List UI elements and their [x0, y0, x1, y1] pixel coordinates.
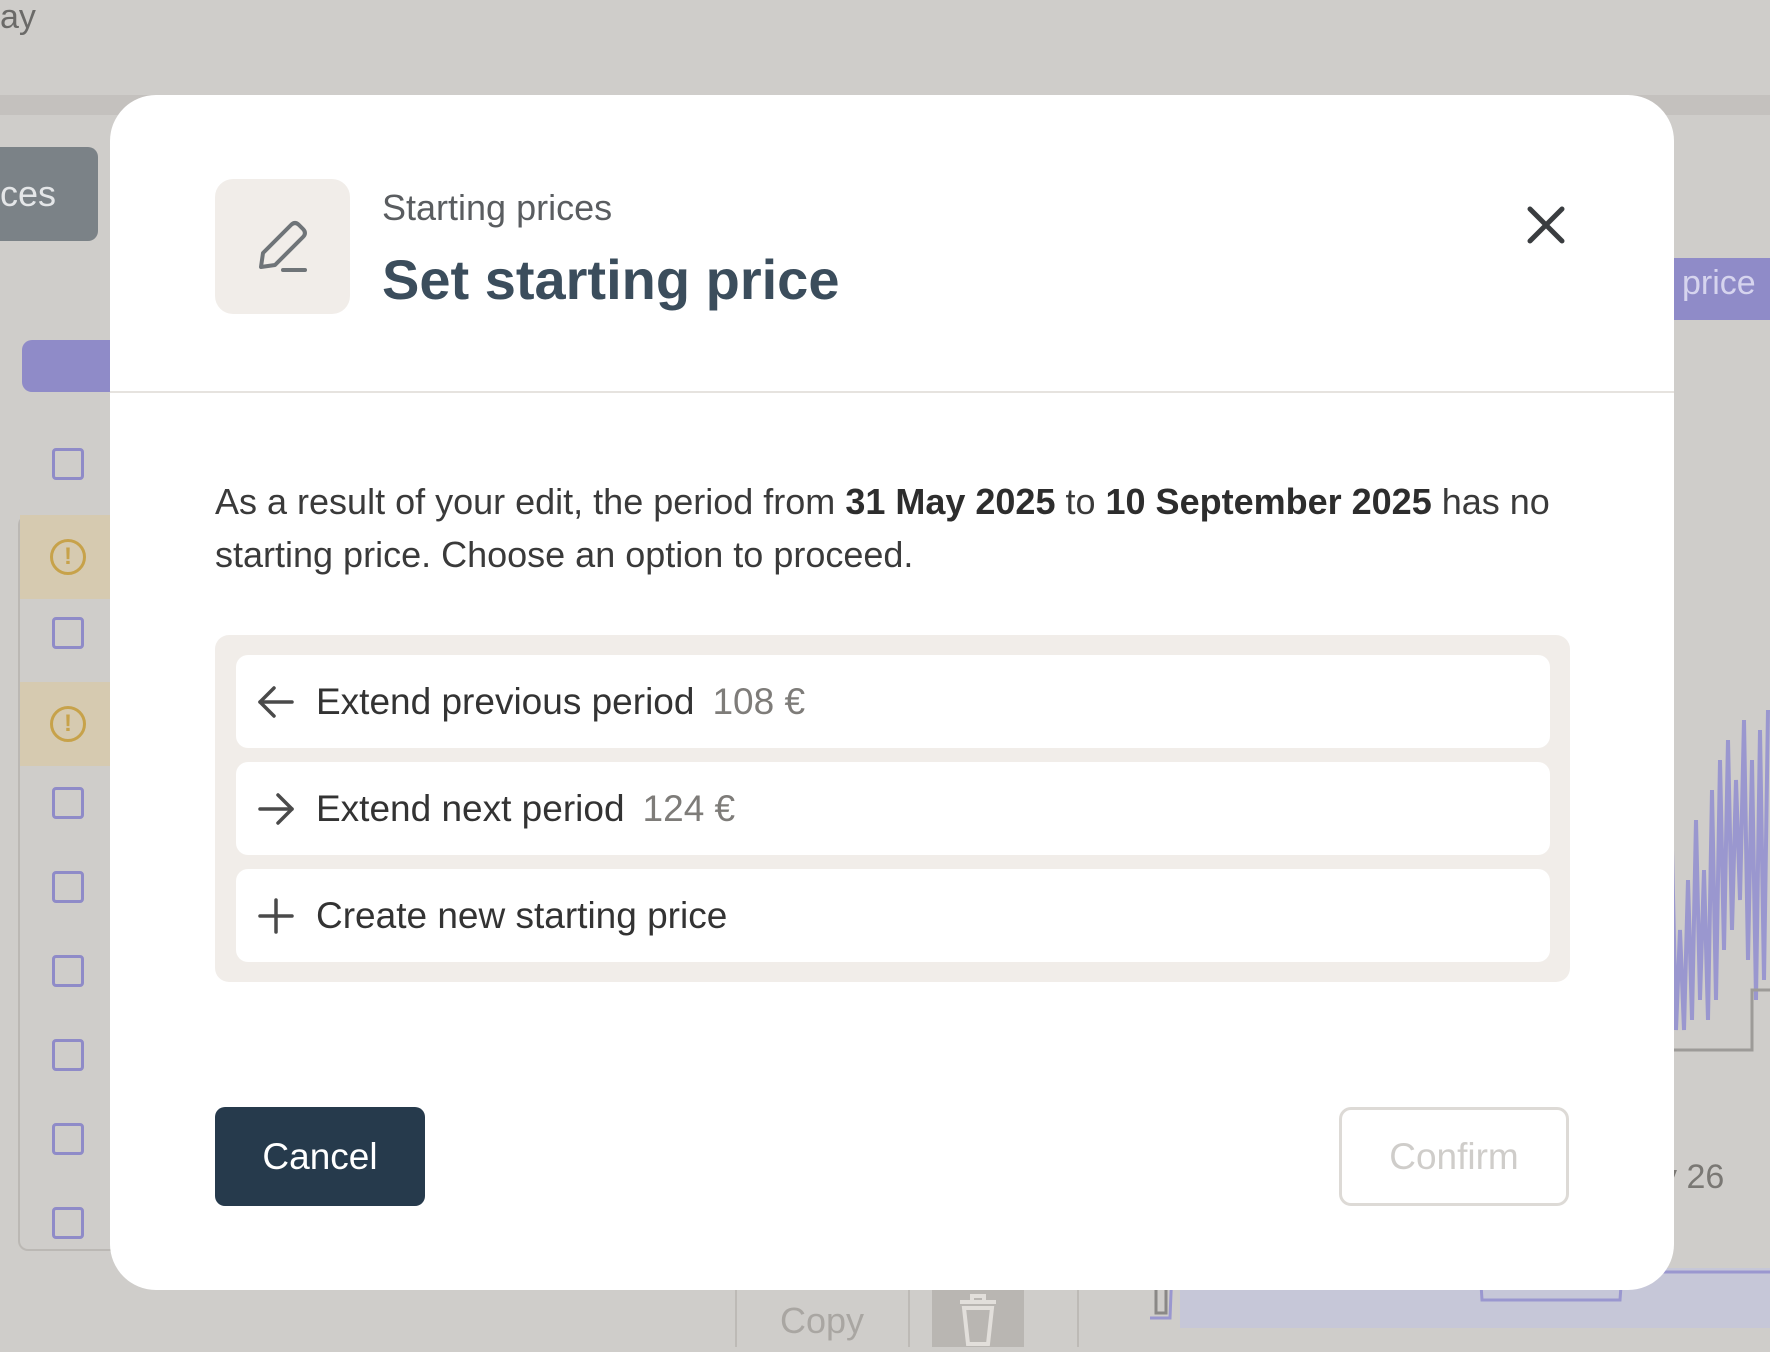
option-price: 108 € [712, 681, 806, 722]
divider [735, 1290, 737, 1347]
dialog-title: Set starting price [382, 248, 840, 311]
option-price: 124 € [642, 788, 736, 829]
divider [1077, 1290, 1079, 1347]
background-checkbox [52, 617, 84, 649]
background-topbar-text: ay [0, 0, 36, 36]
message-prefix: As a result of your edit, the period fro… [215, 481, 846, 522]
background-checkbox [52, 1039, 84, 1071]
confirm-button[interactable]: Confirm [1339, 1107, 1569, 1206]
trash-icon [932, 1288, 1024, 1347]
message-end-date: 10 September 2025 [1105, 481, 1432, 522]
starting-price-dialog: Starting prices Set starting price As a … [110, 95, 1674, 1290]
background-checkbox [52, 1123, 84, 1155]
warning-icon: ! [50, 539, 86, 575]
option-title: Extend next period [316, 788, 625, 829]
option-extend-next[interactable]: Extend next period 124 € [236, 762, 1550, 855]
cancel-button[interactable]: Cancel [215, 1107, 425, 1206]
close-button[interactable] [1522, 201, 1570, 249]
background-copy-label: Copy [780, 1300, 865, 1341]
message-start-date: 31 May 2025 [845, 481, 1056, 522]
divider [908, 1290, 910, 1347]
background-checkbox [52, 448, 84, 480]
plus-icon [256, 896, 296, 936]
background-price-badge: price [1660, 258, 1770, 320]
option-create-new[interactable]: Create new starting price [236, 869, 1550, 962]
dialog-header: Starting prices Set starting price [110, 95, 1674, 393]
option-title: Extend previous period [316, 681, 695, 722]
header-icon-container [215, 179, 350, 314]
background-checkbox [52, 787, 84, 819]
option-label: Extend previous period 108 € [316, 655, 805, 748]
background-topbar: ay [0, 0, 1770, 95]
warning-icon: ! [50, 706, 86, 742]
background-price-chart [1660, 709, 1770, 1052]
option-extend-previous[interactable]: Extend previous period 108 € [236, 655, 1550, 748]
message-middle: to [1055, 481, 1106, 522]
close-icon[interactable] [1522, 206, 1570, 253]
option-label: Create new starting price [316, 869, 727, 962]
background-checkbox [52, 1207, 84, 1239]
options-list: Extend previous period 108 € Extend next … [215, 635, 1570, 982]
background-checkbox [52, 871, 84, 903]
arrow-left-icon [256, 682, 296, 722]
arrow-right-icon [256, 789, 296, 829]
background-tab: ces [0, 147, 98, 241]
option-label: Extend next period 124 € [316, 762, 735, 855]
option-title: Create new starting price [316, 895, 728, 936]
dialog-message: As a result of your edit, the period fro… [215, 475, 1585, 581]
background-checkbox [52, 955, 84, 987]
dialog-subtitle: Starting prices [382, 187, 613, 228]
